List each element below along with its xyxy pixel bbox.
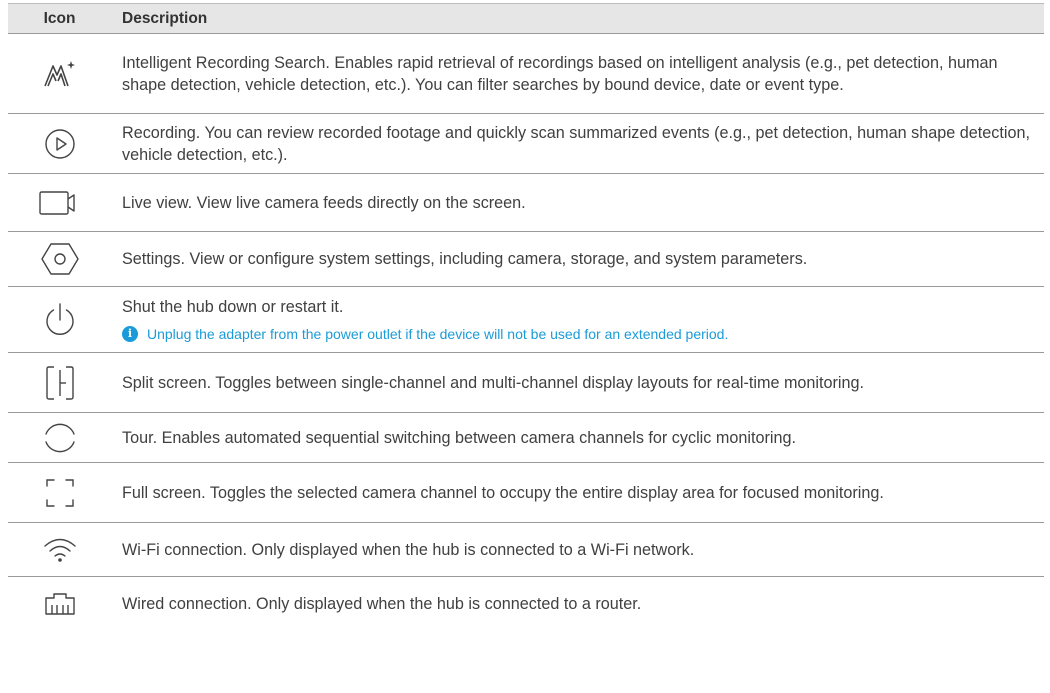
header-icon: Icon <box>8 3 111 34</box>
icon-cell <box>8 286 111 353</box>
icon-cell <box>8 522 111 577</box>
description-cell: Shut the hub down or restart it. i Unplu… <box>111 286 1044 353</box>
table-header-row: Icon Description <box>8 3 1044 34</box>
wifi-icon <box>43 538 76 562</box>
wired-connection-icon <box>44 593 75 615</box>
description-cell: Recording. You can review recorded foota… <box>111 113 1044 174</box>
description-cell: Settings. View or configure system setti… <box>111 231 1044 287</box>
description-cell: Wired connection. Only displayed when th… <box>122 594 642 613</box>
table-row: Wi-Fi connection. Only displayed when th… <box>8 522 1044 577</box>
table-row: Full screen. Toggles the selected camera… <box>8 462 1044 523</box>
description-cell: Wi-Fi connection. Only displayed when th… <box>111 522 1044 577</box>
table-row: Live view. View live camera feeds direct… <box>8 173 1044 232</box>
table-row: Settings. View or configure system setti… <box>8 231 1044 287</box>
icon-cell <box>8 33 111 114</box>
info-icon: i <box>122 326 138 342</box>
settings-icon <box>40 243 79 275</box>
tour-icon <box>44 423 75 452</box>
icon-cell <box>8 173 111 232</box>
icon-cell <box>8 462 111 523</box>
description-cell: Full screen. Toggles the selected camera… <box>111 462 1044 523</box>
camera-icon <box>38 190 75 215</box>
info-note: i Unplug the adapter from the power outl… <box>122 325 1034 343</box>
table-row: Shut the hub down or restart it. i Unplu… <box>8 286 1044 353</box>
header-description: Description <box>111 3 1044 34</box>
description-text: Shut the hub down or restart it. <box>122 298 344 316</box>
table-row: Tour. Enables automated sequential switc… <box>8 412 1044 463</box>
full-screen-icon <box>45 478 74 507</box>
note-text: Unplug the adapter from the power outlet… <box>147 326 729 342</box>
icon-cell <box>8 412 111 463</box>
play-icon <box>44 128 75 159</box>
description-cell: Live view. View live camera feeds direct… <box>111 173 1044 232</box>
table-row: Split screen. Toggles between single-cha… <box>8 352 1044 413</box>
icon-cell <box>8 352 111 413</box>
icon-cell <box>8 113 111 174</box>
icon-description-table: Icon Description Intelligent Recording S… <box>8 3 1044 631</box>
intelligent-search-icon <box>43 60 75 86</box>
table-row: Intelligent Recording Search. Enables ra… <box>8 33 1044 114</box>
description-cell: Intelligent Recording Search. Enables ra… <box>111 33 1044 114</box>
icon-cell <box>8 577 111 631</box>
split-screen-icon <box>45 365 74 400</box>
table-row: Wired connection. Only displayed when th… <box>8 577 1044 631</box>
table-row: Recording. You can review recorded foota… <box>8 113 1044 174</box>
power-icon <box>45 302 74 335</box>
description-cell: Split screen. Toggles between single-cha… <box>111 352 1044 413</box>
description-cell: Tour. Enables automated sequential switc… <box>111 412 1044 463</box>
icon-cell <box>8 231 111 287</box>
